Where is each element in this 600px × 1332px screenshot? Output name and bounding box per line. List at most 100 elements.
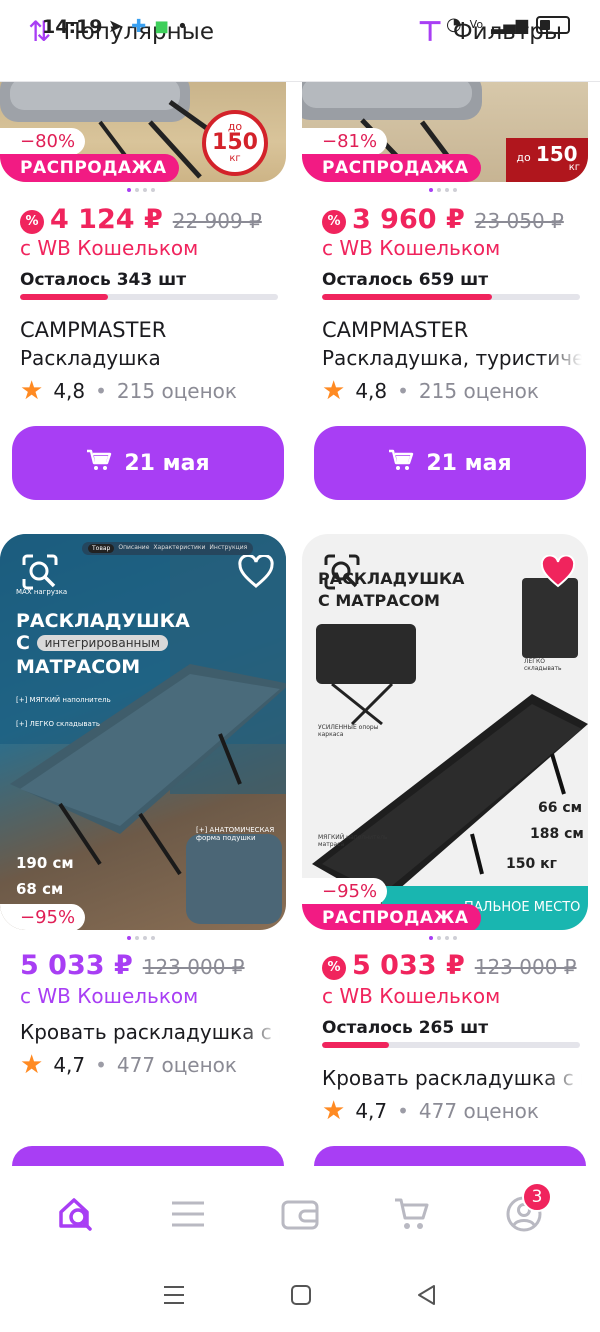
stock-fill — [322, 1042, 390, 1048]
product-name: Кровать раскладушка с м — [20, 1020, 280, 1044]
product-image-3[interactable]: Товар Описание Характеристики Инструкция… — [0, 534, 286, 930]
bottom-navigation: 3 — [0, 1166, 600, 1262]
price: % 5 033 ₽ — [322, 950, 465, 983]
product-name: Раскладушка — [20, 346, 161, 370]
back-triangle-icon — [418, 1285, 435, 1305]
visual-search-button[interactable] — [18, 550, 62, 594]
add-to-cart-button[interactable] — [12, 1146, 284, 1166]
image-title: РАСКЛАДУШКА С интегрированным МАТРАСОМ — [16, 610, 190, 678]
product-card-1[interactable]: до 150 кг −80% РАСПРОДАЖА % 4 124 ₽ 22 90… — [0, 82, 286, 522]
battery-icon — [536, 15, 570, 34]
product-card-2[interactable]: до 150 кг −81% РАСПРОДАЖА % 3 960 ₽ 23 05… — [302, 82, 588, 522]
image-title-line: С интегрированным — [16, 632, 190, 656]
rating-separator: • — [95, 379, 107, 403]
star-icon: ★ — [20, 1050, 44, 1080]
load-badge-value: 150 — [212, 130, 258, 155]
promo-icon: % — [20, 210, 44, 234]
image-tab-label: Товар — [88, 544, 115, 553]
old-price: 123 000 ₽ — [474, 955, 577, 979]
image-dimension: 190 см — [16, 854, 74, 872]
medical-icon: ✚ — [131, 16, 147, 37]
reviews-count: 477 оценок — [418, 1099, 539, 1123]
delivery-date: 21 мая — [124, 450, 210, 476]
image-title-word: С — [16, 632, 30, 654]
favorite-button[interactable] — [536, 550, 580, 594]
status-notification-icons: ➤ ✚ ◼ • — [108, 16, 188, 37]
brand-name: CAMPMASTER — [322, 318, 469, 342]
product-card-4[interactable]: РАСКЛАДУШКА С МАТРАСОМ ЛЕГКО складывать … — [302, 534, 588, 1166]
image-title-line: МАТРАСОМ — [16, 656, 141, 678]
rating-separator: • — [397, 1099, 409, 1123]
back-button[interactable] — [416, 1284, 438, 1310]
nav-home-search[interactable] — [46, 1184, 106, 1244]
old-price: 23 050 ₽ — [474, 209, 564, 233]
status-system-icons: ◔ Vo ▂▄▆ — [446, 14, 570, 35]
product-image-4[interactable]: РАСКЛАДУШКА С МАТРАСОМ ЛЕГКО складывать … — [302, 534, 588, 930]
rating-row: ★ 4,7 • 477 оценок — [322, 1098, 539, 1124]
image-tabs: Товар Описание Характеристики Инструкция — [82, 542, 254, 555]
stock-text: Осталось 659 шт — [322, 270, 489, 290]
discount-pill: −95% — [302, 878, 388, 905]
favorite-button[interactable] — [234, 550, 278, 594]
signal-icon: ▂▄▆ — [491, 15, 528, 34]
reviews-count: 477 оценок — [116, 1053, 237, 1077]
product-image-1[interactable]: до 150 кг −80% РАСПРОДАЖА — [0, 82, 286, 182]
sale-badge: РАСПРОДАЖА — [302, 904, 481, 930]
cart-icon — [388, 448, 414, 478]
heart-filled-icon — [540, 555, 576, 588]
rating-value: 4,7 — [53, 1053, 86, 1077]
star-icon: ★ — [322, 376, 346, 406]
add-to-cart-button[interactable] — [314, 1146, 586, 1166]
home-button[interactable] — [290, 1284, 312, 1310]
rating-row: ★ 4,8 • 215 оценок — [20, 378, 237, 404]
delivery-date: 21 мая — [426, 450, 512, 476]
nav-cart[interactable] — [382, 1184, 442, 1244]
image-dimension: 68 см — [16, 880, 64, 898]
promo-icon: % — [322, 210, 346, 234]
max-load-badge: до 150 кг — [202, 110, 268, 176]
promo-icon: % — [322, 956, 346, 980]
rating-row: ★ 4,7 • 477 оценок — [20, 1052, 237, 1078]
image-feature: ЛЕГКО складывать — [524, 658, 562, 672]
top-bar: ⇅ Популярные 14:19 ➤ ✚ ◼ • ⊤ Фильтры ◔ V… — [0, 0, 600, 82]
add-to-cart-button[interactable]: 21 мая — [12, 426, 284, 500]
stock-bar — [322, 294, 580, 300]
star-icon: ★ — [322, 1096, 346, 1126]
price: % 4 124 ₽ — [20, 204, 163, 237]
old-price: 123 000 ₽ — [142, 955, 245, 979]
wallet-label: с WB Кошельком — [20, 984, 199, 1008]
recent-apps-icon — [164, 1286, 184, 1304]
product-card-3[interactable]: Товар Описание Характеристики Инструкция… — [0, 534, 286, 1166]
image-feature: УСИЛЕННЫЕ опоры каркаса — [318, 724, 379, 738]
price-row: % 4 124 ₽ 22 909 ₽ — [20, 204, 262, 237]
discount-pill: −81% — [302, 128, 388, 155]
add-to-cart-button[interactable]: 21 мая — [314, 426, 586, 500]
cart-icon — [86, 448, 112, 478]
image-feature: [+] АНАТОМИЧЕСКАЯ форма подушки — [196, 826, 275, 842]
image-carousel-dots — [127, 936, 155, 940]
price-row: % 3 960 ₽ 23 050 ₽ — [322, 204, 564, 237]
old-price: 22 909 ₽ — [172, 209, 262, 233]
price-value: 3 960 ₽ — [352, 204, 465, 235]
nav-catalog[interactable] — [158, 1184, 218, 1244]
visual-search-icon — [324, 554, 360, 590]
wallet-icon — [281, 1200, 319, 1230]
image-carousel-dots — [429, 188, 457, 192]
telegram-icon: ➤ — [108, 16, 124, 37]
recent-apps-button[interactable] — [162, 1284, 186, 1310]
rating-separator: • — [95, 1053, 107, 1077]
rating-value: 4,8 — [53, 379, 86, 403]
image-feature: МЯГКИЙ наполнитель матраса — [318, 834, 388, 848]
nav-wallet[interactable] — [270, 1184, 330, 1244]
home-search-icon — [59, 1198, 92, 1231]
dot-icon: • — [177, 16, 188, 37]
visual-search-button[interactable] — [320, 550, 364, 594]
product-name: Раскладушка, туристиче — [322, 346, 582, 370]
product-image-2[interactable]: до 150 кг −81% РАСПРОДАЖА — [302, 82, 588, 182]
sale-badge: РАСПРОДАЖА — [302, 154, 481, 182]
nav-profile[interactable]: 3 — [494, 1182, 554, 1244]
reviews-count: 215 оценок — [116, 379, 237, 403]
image-footer-text: ПАЛЬНОЕ МЕСТО — [464, 900, 581, 915]
price-row: 5 033 ₽ 123 000 ₽ — [20, 950, 245, 981]
image-carousel-dots — [429, 936, 457, 940]
